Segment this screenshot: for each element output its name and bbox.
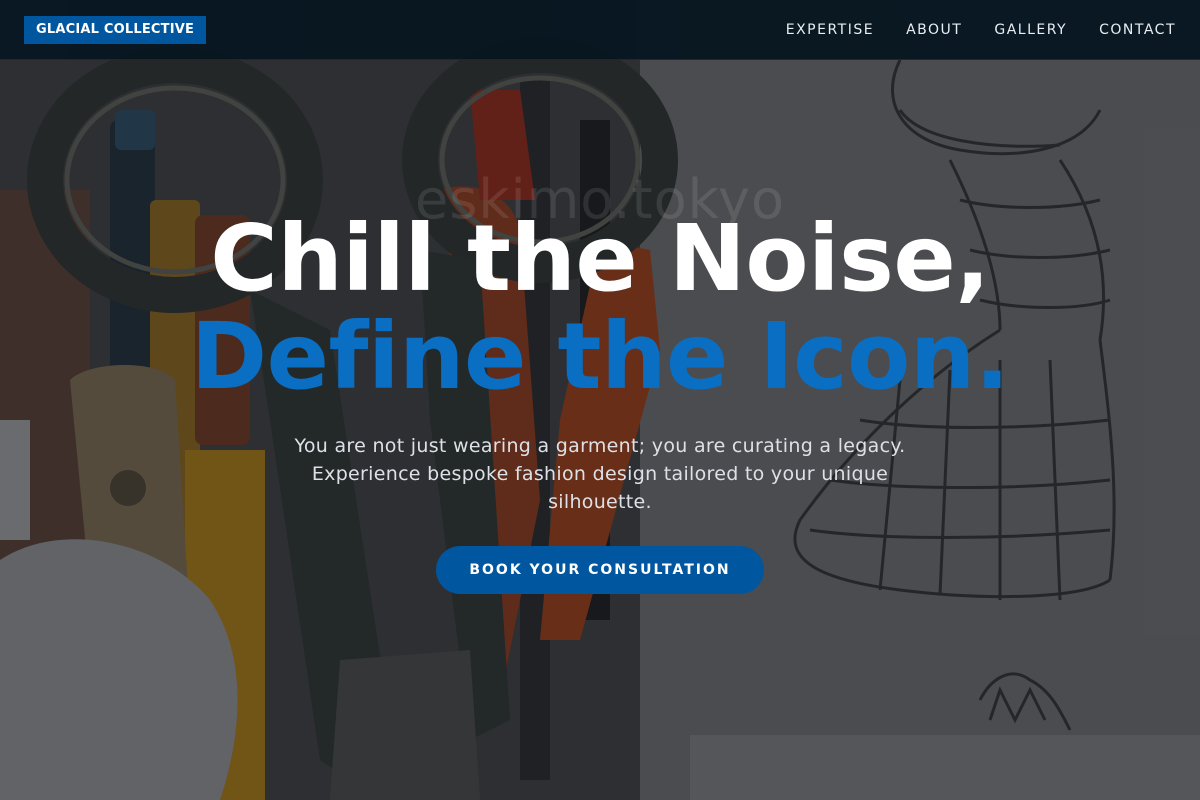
site-logo[interactable]: GLACIAL COLLECTIVE bbox=[24, 15, 207, 44]
top-navbar: GLACIAL COLLECTIVE EXPERTISE ABOUT GALLE… bbox=[0, 0, 1200, 60]
headline-line-2: Define the Icon. bbox=[190, 303, 1010, 410]
book-consultation-button[interactable]: BOOK YOUR CONSULTATION bbox=[436, 546, 764, 594]
nav-link-expertise[interactable]: EXPERTISE bbox=[786, 22, 874, 38]
nav-link-contact[interactable]: CONTACT bbox=[1099, 22, 1176, 38]
hero-subtext: You are not just wearing a garment; you … bbox=[294, 435, 906, 513]
hero-headline: Chill the Noise, Define the Icon. bbox=[0, 210, 1200, 406]
hero-content: Chill the Noise, Define the Icon. You ar… bbox=[0, 210, 1200, 594]
nav-link-about[interactable]: ABOUT bbox=[906, 22, 962, 38]
headline-line-1: Chill the Noise, bbox=[210, 205, 990, 312]
hero-section: eskimo.tokyo Chill the Noise, Define the… bbox=[0, 0, 1200, 800]
nav-links: EXPERTISE ABOUT GALLERY CONTACT bbox=[786, 22, 1176, 38]
nav-link-gallery[interactable]: GALLERY bbox=[994, 22, 1067, 38]
